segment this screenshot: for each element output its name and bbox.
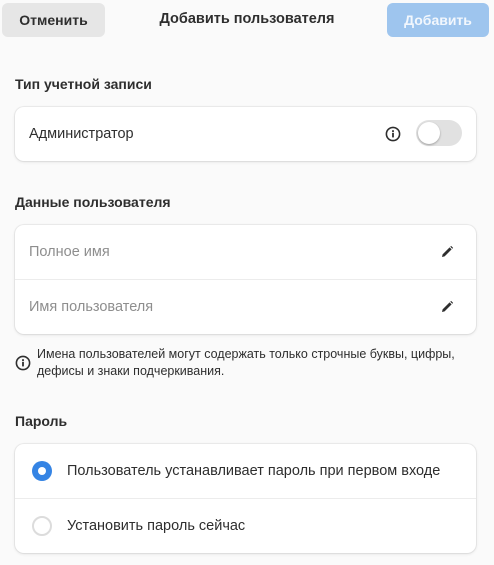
- password-option-set-now[interactable]: Установить пароль сейчас: [15, 499, 476, 553]
- radio-label: Установить пароль сейчас: [67, 518, 246, 534]
- admin-label: Администратор: [29, 126, 134, 142]
- header-bar: Отменить Добавить пользователя Добавить: [0, 0, 494, 40]
- add-button[interactable]: Добавить: [387, 3, 489, 37]
- info-icon[interactable]: [385, 126, 401, 142]
- user-data-card: Полное имя Имя пользователя: [15, 225, 476, 334]
- radio-unselected[interactable]: [32, 516, 52, 536]
- account-type-heading: Тип учетной записи: [15, 76, 152, 92]
- info-icon: [15, 355, 31, 371]
- password-card: Пользователь устанавливает пароль при пе…: [15, 444, 476, 553]
- user-data-heading: Данные пользователя: [15, 194, 171, 210]
- admin-toggle[interactable]: [416, 120, 462, 146]
- toggle-knob: [418, 122, 440, 144]
- username-field[interactable]: Имя пользователя: [29, 280, 153, 334]
- password-option-first-login[interactable]: Пользователь устанавливает пароль при пе…: [15, 444, 476, 498]
- edit-pencil-icon[interactable]: [439, 244, 455, 260]
- radio-selected[interactable]: [32, 461, 52, 481]
- hint-text: Имена пользователей могут содержать толь…: [37, 347, 455, 378]
- account-type-card: Администратор: [15, 107, 476, 161]
- full-name-field[interactable]: Полное имя: [29, 225, 110, 279]
- edit-pencil-icon[interactable]: [439, 299, 455, 315]
- username-row[interactable]: Имя пользователя: [15, 280, 476, 334]
- password-heading: Пароль: [15, 413, 68, 429]
- full-name-row[interactable]: Полное имя: [15, 225, 476, 279]
- radio-label: Пользователь устанавливает пароль при пе…: [67, 463, 441, 479]
- admin-row: Администратор: [15, 107, 476, 161]
